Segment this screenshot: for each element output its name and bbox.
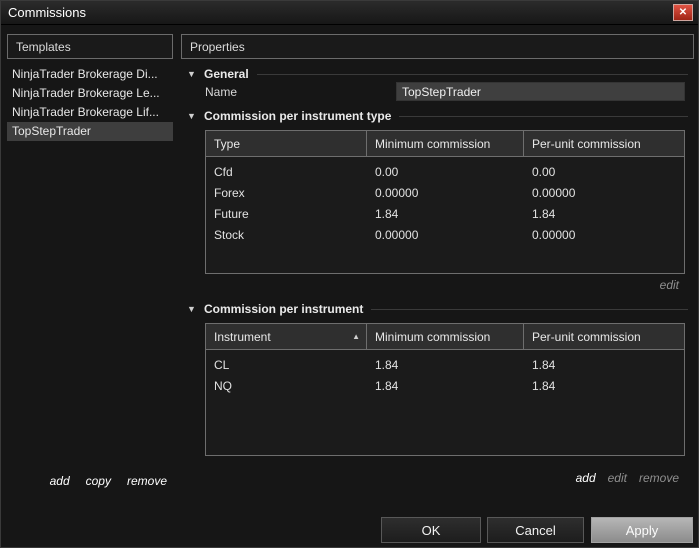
pertype-section-title: Commission per instrument type	[204, 109, 392, 123]
cell-per-unit: 0.00000	[532, 227, 576, 242]
table-row[interactable]: CL 1.84 1.84	[206, 354, 684, 375]
cell-minimum: 1.84	[375, 378, 399, 393]
pertype-table-body: Cfd 0.00 0.00 Forex 0.00000 0.00000 Futu…	[206, 157, 684, 245]
column-header-instrument[interactable]: Instrument ▲	[206, 324, 367, 349]
cell-per-unit: 1.84	[532, 378, 556, 393]
template-list-item[interactable]: NinjaTrader Brokerage Le...	[7, 84, 173, 103]
cell-minimum: 0.00000	[375, 185, 419, 200]
cell-instrument: NQ	[214, 378, 232, 393]
perinst-actions: add edit remove	[205, 471, 679, 485]
name-input[interactable]	[396, 82, 685, 101]
cell-per-unit: 1.84	[532, 357, 556, 372]
name-label: Name	[205, 85, 238, 99]
table-row[interactable]: Forex 0.00000 0.00000	[206, 182, 684, 203]
template-copy-link[interactable]: copy	[86, 474, 111, 488]
table-row[interactable]: Future 1.84 1.84	[206, 203, 684, 224]
column-header-minimum-commission[interactable]: Minimum commission	[367, 324, 524, 349]
perinst-edit-link[interactable]: edit	[608, 471, 627, 485]
template-remove-link[interactable]: remove	[127, 474, 167, 488]
table-row[interactable]: Stock 0.00000 0.00000	[206, 224, 684, 245]
general-section-header[interactable]: ▼ General	[187, 67, 688, 81]
perinst-section-header[interactable]: ▼ Commission per instrument	[187, 302, 688, 316]
table-row[interactable]: Cfd 0.00 0.00	[206, 161, 684, 182]
template-list-item[interactable]: NinjaTrader Brokerage Lif...	[7, 103, 173, 122]
cell-type: Future	[214, 206, 249, 221]
pertype-table-header: Type Minimum commission Per-unit commiss…	[206, 131, 684, 157]
collapse-icon[interactable]: ▼	[187, 111, 204, 121]
cancel-button[interactable]: Cancel	[487, 517, 584, 543]
template-list: NinjaTrader Brokerage Di... NinjaTrader …	[7, 65, 173, 141]
close-icon: ✕	[678, 7, 688, 18]
general-section-title: General	[204, 67, 249, 81]
perinst-table-header: Instrument ▲ Minimum commission Per-unit…	[206, 324, 684, 350]
column-header-per-unit-commission[interactable]: Per-unit commission	[524, 131, 684, 156]
properties-panel-header: Properties	[181, 34, 694, 59]
column-header-instrument-label: Instrument	[214, 329, 271, 344]
sort-ascending-icon: ▲	[352, 332, 360, 341]
column-header-type[interactable]: Type	[206, 131, 367, 156]
cell-type: Forex	[214, 185, 245, 200]
apply-button[interactable]: Apply	[591, 517, 693, 543]
template-add-link[interactable]: add	[50, 474, 70, 488]
commissions-window: Commissions ✕ Templates NinjaTrader Brok…	[0, 0, 699, 548]
cell-per-unit: 0.00000	[532, 185, 576, 200]
templates-panel-title: Templates	[16, 39, 71, 54]
pertype-section-header[interactable]: ▼ Commission per instrument type	[187, 109, 688, 123]
perinst-table: Instrument ▲ Minimum commission Per-unit…	[205, 323, 685, 456]
perinst-add-link[interactable]: add	[576, 471, 596, 485]
column-header-per-unit-commission[interactable]: Per-unit commission	[524, 324, 684, 349]
template-list-item[interactable]: NinjaTrader Brokerage Di...	[7, 65, 173, 84]
pertype-actions: edit	[205, 278, 679, 292]
template-actions: add copy remove	[7, 474, 167, 488]
cell-instrument: CL	[214, 357, 230, 372]
perinst-table-body: CL 1.84 1.84 NQ 1.84 1.84	[206, 350, 684, 396]
pertype-table: Type Minimum commission Per-unit commiss…	[205, 130, 685, 274]
cell-minimum: 0.00	[375, 164, 399, 179]
collapse-icon[interactable]: ▼	[187, 69, 204, 79]
column-header-minimum-commission[interactable]: Minimum commission	[367, 131, 524, 156]
collapse-icon[interactable]: ▼	[187, 304, 204, 314]
section-divider	[256, 73, 688, 75]
cell-minimum: 1.84	[375, 357, 399, 372]
window-title: Commissions	[8, 5, 87, 20]
cell-type: Stock	[214, 227, 245, 242]
cell-per-unit: 0.00	[532, 164, 556, 179]
ok-button[interactable]: OK	[381, 517, 481, 543]
perinst-remove-link[interactable]: remove	[639, 471, 679, 485]
templates-panel-header: Templates	[7, 34, 173, 59]
cell-minimum: 0.00000	[375, 227, 419, 242]
pertype-edit-link[interactable]: edit	[660, 278, 679, 292]
properties-panel-title: Properties	[190, 39, 245, 54]
close-button[interactable]: ✕	[673, 4, 693, 21]
section-divider	[371, 308, 688, 310]
perinst-section-title: Commission per instrument	[204, 302, 364, 316]
title-bar[interactable]: Commissions	[1, 1, 698, 25]
cell-minimum: 1.84	[375, 206, 399, 221]
template-list-item-selected[interactable]: TopStepTrader	[7, 122, 173, 141]
cell-type: Cfd	[214, 164, 233, 179]
section-divider	[399, 115, 688, 117]
table-row[interactable]: NQ 1.84 1.84	[206, 375, 684, 396]
cell-per-unit: 1.84	[532, 206, 556, 221]
